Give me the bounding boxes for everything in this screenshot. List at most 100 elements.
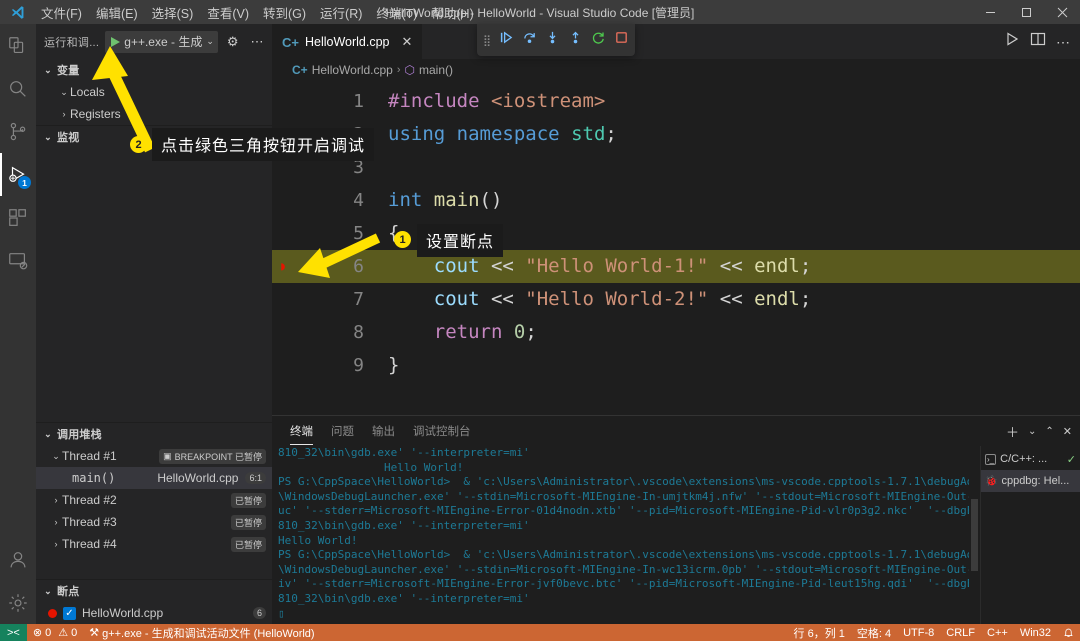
menu-terminal[interactable]: 终端(T) <box>369 0 424 24</box>
search-icon[interactable] <box>0 67 36 110</box>
menu-help[interactable]: 帮助(H) <box>424 0 480 24</box>
menu-file[interactable]: 文件(F) <box>34 0 89 24</box>
debug-sidebar: 运行和调... g++.exe - 生成 ⌄ ⚙ ⋯ ⌄ 变量 ⌄ Locals <box>36 24 272 624</box>
close-button[interactable] <box>1044 0 1080 24</box>
breakpoints-section-title: 断点 <box>57 586 80 598</box>
remote-explorer-icon[interactable] <box>0 239 36 282</box>
warning-count: 0 <box>71 626 78 639</box>
new-terminal-icon[interactable]: ＋ <box>1006 422 1019 441</box>
problems-indicator[interactable]: ⊗ 0 ⚠ 0 <box>27 624 83 641</box>
tab-terminal[interactable]: 终端 <box>290 416 313 446</box>
breadcrumb-file[interactable]: HelloWorld.cpp <box>312 63 393 77</box>
debug-stop-icon[interactable] <box>614 30 629 50</box>
extensions-icon[interactable] <box>0 196 36 239</box>
code-line[interactable]: ◗ 6 cout << "Hello World-1!" << endl; <box>272 250 1080 283</box>
remote-host-indicator[interactable]: >< <box>0 624 27 641</box>
maximize-panel-icon[interactable]: ⌃ <box>1045 426 1053 437</box>
breakpoints-section-header[interactable]: ⌄ 断点 <box>36 580 272 602</box>
status-badge: 已暂停 <box>230 536 266 552</box>
code-line[interactable]: 1 #include <iostream> <box>272 85 1080 118</box>
menu-edit[interactable]: 编辑(E) <box>89 0 145 24</box>
more-actions-icon[interactable]: ⋯ <box>248 34 267 50</box>
callstack-section-header[interactable]: ⌄ 调用堆栈 <box>36 423 272 445</box>
debug-restart-icon[interactable] <box>591 30 606 50</box>
debug-step-out-icon[interactable] <box>568 30 583 50</box>
code-line[interactable]: 7 cout << "Hello World-2!" << endl; <box>272 283 1080 316</box>
code-line[interactable]: 2using namespace std; <box>272 118 1080 151</box>
code-line[interactable]: 5{ <box>272 217 1080 250</box>
terminal-scrollbar[interactable] <box>969 446 980 624</box>
check-icon: ✓ <box>1066 453 1076 466</box>
stack-frame-label: main() <box>72 471 116 485</box>
breakpoint-glyph-icon[interactable]: ◗ <box>272 250 294 283</box>
tab-helloworld-cpp[interactable]: C+ HelloWorld.cpp ✕ <box>272 24 423 59</box>
chevron-down-icon: ⌄ <box>206 36 214 46</box>
notifications-bell-icon[interactable] <box>1057 624 1080 641</box>
editor-area: C+ HelloWorld.cpp ✕ ⣿ ⋯ C+ HelloWorld.cp… <box>272 24 1080 624</box>
breakpoint-checkbox[interactable]: ✓ <box>63 606 76 620</box>
tab-problems[interactable]: 问题 <box>331 416 354 446</box>
code-line[interactable]: 4 int main() <box>272 184 1080 217</box>
code-text: using namespace std; <box>388 123 617 145</box>
drag-handle[interactable]: ⣿ <box>483 34 491 47</box>
menu-run[interactable]: 运行(R) <box>313 0 369 24</box>
encoding[interactable]: UTF-8 <box>897 624 940 641</box>
debug-sidebar-title: 运行和调... <box>44 36 100 49</box>
table-row[interactable]: main() HelloWorld.cpp 6:1 <box>36 467 272 489</box>
minimize-button[interactable] <box>972 0 1008 24</box>
close-icon[interactable]: ✕ <box>402 34 413 50</box>
menu-go[interactable]: 转到(G) <box>256 0 313 24</box>
activity-bar: 1 <box>0 24 36 624</box>
menu-selection[interactable]: 选择(S) <box>145 0 201 24</box>
eol[interactable]: CRLF <box>940 624 981 641</box>
breadcrumb-symbol[interactable]: main() <box>419 63 453 77</box>
code-line[interactable]: 9} <box>272 349 1080 382</box>
code-lines: 1 #include <iostream> 2using namespace std… <box>272 81 1080 382</box>
indentation[interactable]: 空格: 4 <box>851 624 897 641</box>
split-editor-icon[interactable] <box>1030 31 1046 52</box>
source-control-icon[interactable] <box>0 110 36 153</box>
more-actions-icon[interactable]: ⋯ <box>1056 35 1070 49</box>
code-editor[interactable]: 1 #include <iostream> 2using namespace std… <box>272 81 1080 415</box>
variables-section-header[interactable]: ⌄ 变量 <box>36 59 272 81</box>
menu-bar: 文件(F) 编辑(E) 选择(S) 查看(V) 转到(G) 运行(R) 终端(T… <box>34 0 481 24</box>
platform[interactable]: Win32 <box>1014 624 1057 641</box>
debug-step-over-icon[interactable] <box>522 30 537 50</box>
open-launch-json-gear-icon[interactable]: ⚙ <box>224 34 242 50</box>
launch-config-dropdown[interactable]: g++.exe - 生成 ⌄ <box>105 30 218 53</box>
menu-view[interactable]: 查看(V) <box>200 0 256 24</box>
breadcrumb-separator: › <box>396 64 401 76</box>
terminal-list-item-cppdbg[interactable]: 🐞 cppdbg: Hel... <box>981 470 1080 492</box>
status-badge: 已暂停 <box>230 492 266 508</box>
chevron-right-icon: › <box>54 495 58 505</box>
account-icon[interactable] <box>0 538 36 581</box>
close-panel-icon[interactable]: ✕ <box>1063 425 1072 438</box>
table-row[interactable]: ⌄ Thread #1 ▣ BREAKPOINT 已暂停 <box>36 445 272 467</box>
terminal-list-item-cpp-build[interactable]: ›_ C/C++: ... ✓ <box>981 448 1080 470</box>
terminal-list-label: C/C++: ... <box>1000 453 1048 465</box>
maximize-button[interactable] <box>1008 0 1044 24</box>
language-mode[interactable]: C++ <box>981 624 1014 641</box>
chevron-down-icon[interactable]: ⌄ <box>1028 426 1036 437</box>
run-and-debug-icon[interactable]: 1 <box>0 153 36 196</box>
table-row[interactable]: › Thread #3 已暂停 <box>36 511 272 533</box>
explorer-icon[interactable] <box>0 24 36 67</box>
tree-row-locals[interactable]: ⌄ Locals <box>36 81 272 103</box>
tab-debug-console[interactable]: 调试控制台 <box>413 416 471 446</box>
run-file-icon[interactable] <box>1004 31 1020 52</box>
code-line[interactable]: 3 <box>272 151 1080 184</box>
debug-continue-icon[interactable] <box>499 30 514 50</box>
tree-row-registers[interactable]: › Registers <box>36 103 272 125</box>
breakpoint-list-item[interactable]: ✓ HelloWorld.cpp 6 <box>36 602 272 624</box>
debug-step-into-icon[interactable] <box>545 30 560 50</box>
warning-icon: ⚠ <box>58 627 69 639</box>
settings-gear-icon[interactable] <box>0 581 36 624</box>
terminal-output[interactable]: 810_32\bin\gdb.exe' '--interpreter=mi' H… <box>272 446 969 624</box>
active-task-indicator[interactable]: ⚒ g++.exe - 生成和调试活动文件 (HelloWorld) <box>83 624 320 641</box>
code-line[interactable]: 8 return 0; <box>272 316 1080 349</box>
tab-output[interactable]: 输出 <box>372 416 395 446</box>
cursor-position[interactable]: 行 6，列 1 <box>788 624 851 641</box>
start-debugging-icon[interactable] <box>111 36 121 47</box>
table-row[interactable]: › Thread #2 已暂停 <box>36 489 272 511</box>
table-row[interactable]: › Thread #4 已暂停 <box>36 533 272 555</box>
